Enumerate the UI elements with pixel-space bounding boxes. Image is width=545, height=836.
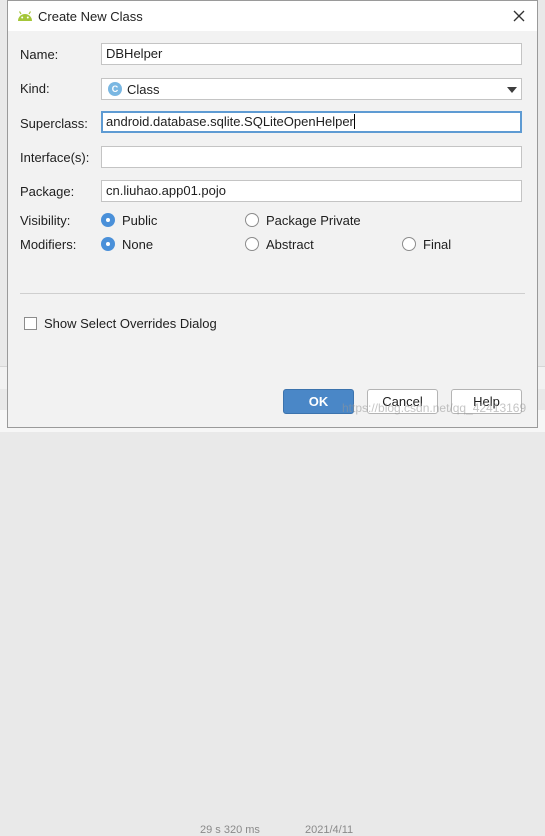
ok-button[interactable]: OK — [283, 389, 354, 414]
cancel-button[interactable]: Cancel — [367, 389, 438, 414]
kind-label: Kind: — [20, 81, 50, 96]
name-label: Name: — [20, 47, 59, 62]
name-field[interactable]: DBHelper — [101, 43, 522, 65]
show-overrides-label: Show Select Overrides Dialog — [44, 316, 217, 331]
kind-dropdown[interactable]: C Class — [101, 78, 522, 100]
radio-selected-icon — [101, 213, 115, 227]
interfaces-field[interactable] — [101, 146, 522, 168]
superclass-field[interactable]: android.database.sqlite.SQLiteOpenHelper — [101, 111, 522, 133]
android-icon — [17, 9, 33, 23]
radio-unselected-icon — [402, 237, 416, 251]
background-duration: 29 s 320 ms — [200, 824, 260, 836]
superclass-value: android.database.sqlite.SQLiteOpenHelper — [106, 114, 354, 129]
visibility-public-label: Public — [122, 213, 158, 228]
radio-unselected-icon — [245, 237, 259, 251]
package-field[interactable]: cn.liuhao.app01.pojo — [101, 180, 522, 202]
superclass-label: Superclass: — [20, 116, 88, 131]
radio-unselected-icon — [245, 213, 259, 227]
divider — [20, 293, 525, 294]
chevron-down-icon[interactable] — [507, 87, 517, 93]
dialog-title: Create New Class — [38, 9, 143, 24]
close-icon[interactable] — [507, 4, 531, 28]
background-date: 2021/4/11 — [305, 824, 354, 836]
radio-selected-icon — [101, 237, 115, 251]
dialog-titlebar: Create New Class — [8, 1, 537, 31]
modifiers-none-label: None — [122, 237, 154, 252]
class-icon: C — [108, 82, 122, 96]
modifiers-abstract-label: Abstract — [266, 237, 314, 252]
visibility-package-private-label: Package Private — [266, 213, 361, 228]
modifiers-final-label: Final — [423, 237, 452, 252]
package-label: Package: — [20, 184, 75, 199]
checkbox-unchecked-icon — [24, 317, 37, 330]
interfaces-label: Interface(s): — [20, 150, 90, 165]
text-caret — [353, 114, 355, 129]
modifiers-label: Modifiers: — [20, 237, 77, 252]
kind-selected-value: Class — [127, 82, 160, 97]
create-new-class-dialog: Create New Class Name: DBHelper Kind: C … — [7, 0, 538, 428]
help-button[interactable]: Help — [451, 389, 522, 414]
visibility-label: Visibility: — [20, 213, 71, 228]
